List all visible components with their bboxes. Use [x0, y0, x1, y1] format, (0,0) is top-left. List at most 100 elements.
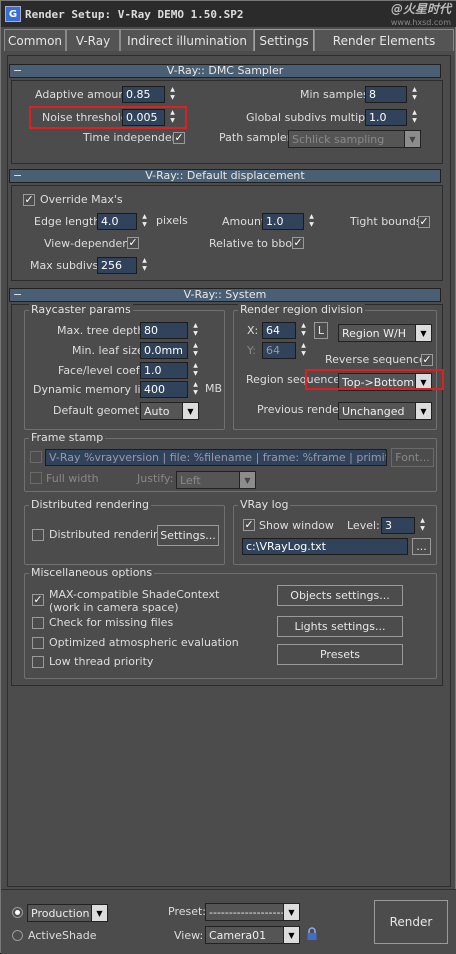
rollout-header-dmc[interactable]: − V-Ray:: DMC Sampler [9, 64, 441, 78]
relative-bbox-checkbox[interactable]: ✓ [292, 237, 304, 249]
region-y-field[interactable]: 64 [262, 342, 296, 359]
justify-value: Left [180, 474, 201, 487]
dynamic-memory-spinner[interactable]: 400 ▲ ▼ [140, 381, 201, 398]
highlight-region-sequence [305, 369, 444, 390]
global-subdivs-spinner[interactable]: 1.0 ▲ ▼ [365, 109, 420, 126]
log-level-field[interactable]: 3 [381, 517, 415, 534]
edge-length-field[interactable]: 4.0 [97, 213, 137, 230]
chevron-down-icon: ▼ [415, 325, 431, 341]
objects-settings-button[interactable]: Objects settings... [277, 585, 403, 606]
production-dropdown[interactable]: Production ▼ [27, 904, 108, 922]
frame-stamp-text-field[interactable]: V-Ray %vrayversion | file: %filename | f… [45, 449, 387, 466]
spinner-arrows-icon[interactable]: ▲ ▼ [190, 342, 201, 359]
tab-render-elements[interactable]: Render Elements [314, 29, 454, 51]
max-compatible-checkbox[interactable]: ✓ [32, 594, 44, 606]
spinner-arrows-icon[interactable]: ▲ ▼ [139, 213, 150, 230]
tab-common[interactable]: Common [4, 29, 66, 51]
title-bar[interactable]: G Render Setup: V-Ray DEMO 1.50.SP2 @火星时… [1, 1, 456, 27]
max-tree-depth-spinner[interactable]: 80 ▲ ▼ [140, 322, 201, 339]
group-vray-log: VRay log [233, 498, 437, 565]
max-subdivs-spinner[interactable]: 256 ▲ ▼ [97, 257, 150, 274]
max-tree-depth-field[interactable]: 80 [140, 322, 188, 339]
min-samples-label: Min samples: [300, 88, 373, 101]
rollout-header-displacement[interactable]: − V-Ray:: Default displacement [9, 169, 441, 183]
face-level-coef-spinner[interactable]: 1.0 ▲ ▼ [140, 362, 201, 379]
production-radio[interactable] [12, 907, 23, 918]
optimized-atmospheric-checkbox[interactable] [32, 637, 44, 649]
check-missing-files-checkbox[interactable] [32, 617, 44, 629]
previous-render-dropdown[interactable]: Unchanged ▼ [338, 402, 432, 420]
spinner-arrows-icon[interactable]: ▲ ▼ [190, 362, 201, 379]
spinner-arrows-icon[interactable]: ▲ ▼ [167, 86, 178, 103]
spinner-arrows-icon[interactable]: ▲ ▼ [417, 517, 428, 534]
view-dropdown[interactable]: Camera01 ▼ [205, 926, 300, 944]
presets-button[interactable]: Presets [277, 644, 403, 665]
justify-label: Justify: [137, 472, 174, 485]
spinner-arrows-icon[interactable]: ▲ ▼ [298, 322, 309, 339]
distributed-rendering-checkbox[interactable] [32, 529, 44, 541]
max-compatible-sublabel: (work in camera space) [49, 601, 179, 614]
min-leaf-size-field[interactable]: 0.0mm [140, 342, 188, 359]
min-leaf-size-spinner[interactable]: 0.0mm ▲ ▼ [140, 342, 201, 359]
region-mode-dropdown[interactable]: Region W/H ▼ [338, 324, 432, 342]
low-thread-priority-checkbox[interactable] [32, 656, 44, 668]
distributed-settings-button[interactable]: Settings... [157, 525, 219, 546]
amount-spinner[interactable]: 1.0 ▲ ▼ [262, 213, 317, 230]
spinner-arrows-icon[interactable]: ▲ ▼ [190, 322, 201, 339]
full-width-checkbox[interactable] [30, 472, 42, 484]
amount-field[interactable]: 1.0 [262, 213, 304, 230]
preset-value: --------------------- [209, 906, 283, 919]
override-max-label: Override Max's [40, 193, 123, 206]
region-y-spinner[interactable]: 64 ▲ ▼ [262, 342, 309, 359]
time-independent-checkbox[interactable]: ✓ [173, 132, 185, 144]
face-level-coef-field[interactable]: 1.0 [140, 362, 188, 379]
log-path-field[interactable]: c:\VRayLog.txt [242, 538, 408, 555]
tight-bounds-label: Tight bounds [350, 215, 422, 228]
override-max-checkbox[interactable]: ✓ [23, 194, 35, 206]
spinner-arrows-icon[interactable]: ▲ ▼ [409, 109, 420, 126]
view-dependent-checkbox[interactable]: ✓ [127, 237, 139, 249]
window-title: Render Setup: V-Ray DEMO 1.50.SP2 [25, 7, 244, 21]
region-x-spinner[interactable]: 64 ▲ ▼ [262, 322, 309, 339]
rollout-header-system[interactable]: − V-Ray:: System [9, 288, 441, 302]
reverse-sequence-checkbox[interactable]: ✓ [421, 354, 433, 366]
adaptive-amount-spinner[interactable]: 0.85 ▲ ▼ [122, 86, 178, 103]
spinner-arrows-icon[interactable]: ▲ ▼ [306, 213, 317, 230]
tight-bounds-checkbox[interactable]: ✓ [418, 216, 430, 228]
tab-settings[interactable]: Settings [254, 29, 314, 51]
spinner-arrows-icon[interactable]: ▲ ▼ [190, 381, 201, 398]
lock-view-icon[interactable] [306, 927, 318, 941]
tab-indirect-illumination[interactable]: Indirect illumination [120, 29, 254, 51]
spinner-arrows-icon[interactable]: ▲ ▼ [409, 86, 420, 103]
max-subdivs-field[interactable]: 256 [97, 257, 137, 274]
edge-length-spinner[interactable]: 4.0 ▲ ▼ [97, 213, 150, 230]
tab-vray[interactable]: V-Ray [66, 29, 120, 51]
global-subdivs-field[interactable]: 1.0 [365, 109, 407, 126]
preset-dropdown[interactable]: ---------------------▼ [205, 903, 300, 921]
lights-settings-button[interactable]: Lights settings... [277, 616, 403, 637]
font-button[interactable]: Font... [391, 448, 434, 467]
spinner-arrows-icon[interactable]: ▲ ▼ [139, 257, 150, 274]
activeshade-label: ActiveShade [28, 929, 97, 942]
region-x-field[interactable]: 64 [262, 322, 296, 339]
browse-log-button[interactable]: ... [412, 538, 431, 555]
adaptive-amount-label: Adaptive amount: [35, 88, 134, 101]
activeshade-radio[interactable] [12, 930, 23, 941]
path-sampler-dropdown[interactable]: Schlick sampling ▼ [288, 130, 421, 148]
edge-length-label: Edge length [34, 215, 101, 228]
render-button[interactable]: Render [374, 900, 448, 944]
frame-stamp-checkbox[interactable] [30, 451, 42, 463]
log-level-spinner[interactable]: 3 ▲ ▼ [381, 517, 428, 534]
lock-l-button[interactable]: L [314, 322, 328, 339]
adaptive-amount-field[interactable]: 0.85 [122, 86, 165, 103]
default-geometry-label: Default geometry: [53, 404, 153, 417]
path-sampler-label: Path sampler: [219, 131, 295, 144]
chevron-down-icon: ▼ [283, 904, 299, 920]
min-samples-spinner[interactable]: 8 ▲ ▼ [365, 86, 420, 103]
min-samples-field[interactable]: 8 [365, 86, 407, 103]
show-window-checkbox[interactable]: ✓ [243, 519, 255, 531]
spinner-arrows-icon[interactable]: ▲ ▼ [298, 342, 309, 359]
justify-dropdown[interactable]: Left ▼ [176, 471, 256, 489]
default-geometry-dropdown[interactable]: Auto ▼ [140, 402, 199, 420]
dynamic-memory-field[interactable]: 400 [140, 381, 188, 398]
